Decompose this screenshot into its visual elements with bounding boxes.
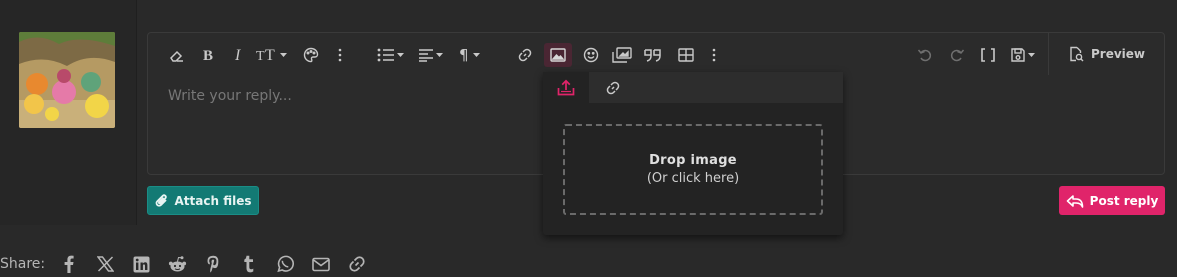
link-icon[interactable] [514, 43, 536, 67]
insert-image-popup: Drop image (Or click here) [543, 72, 843, 235]
image-popup-tabs [543, 72, 843, 103]
italic-icon[interactable]: I [230, 43, 248, 67]
media-icon[interactable] [610, 43, 634, 67]
drop-zone-title: Drop image [649, 153, 737, 168]
facebook-icon[interactable] [51, 252, 87, 276]
align-icon[interactable] [414, 43, 446, 67]
save-icon[interactable] [1006, 43, 1038, 67]
pinterest-icon[interactable] [195, 252, 231, 276]
reply-input-placeholder[interactable]: Write your reply... [168, 88, 292, 104]
eraser-icon[interactable] [166, 43, 188, 67]
attach-files-button[interactable]: Attach files [147, 186, 259, 215]
image-icon[interactable] [544, 43, 572, 67]
post-reply-button[interactable]: Post reply [1059, 186, 1165, 215]
attach-files-label: Attach files [174, 193, 252, 208]
tab-upload[interactable] [543, 72, 589, 103]
editor-toolbar: B I TT ¶ Preview [148, 33, 1164, 75]
table-icon[interactable] [674, 43, 698, 67]
palette-icon[interactable] [300, 43, 322, 67]
avatar[interactable] [19, 32, 115, 128]
paperclip-icon [155, 193, 167, 207]
preview-button[interactable]: Preview [1048, 33, 1164, 75]
linkedin-icon[interactable] [123, 252, 159, 276]
preview-icon [1070, 46, 1084, 62]
preview-label: Preview [1090, 47, 1145, 61]
email-icon[interactable] [303, 252, 339, 276]
x-icon[interactable] [87, 252, 123, 276]
more-vertical-icon[interactable] [708, 43, 720, 67]
quote-icon[interactable] [642, 43, 664, 67]
drop-zone-subtitle: (Or click here) [646, 171, 740, 186]
more-vertical-icon[interactable] [334, 43, 346, 67]
smiley-icon[interactable] [580, 43, 602, 67]
brackets-icon[interactable] [978, 43, 998, 67]
share-bar: Share: [0, 252, 375, 276]
paragraph-icon[interactable]: ¶ [454, 43, 484, 67]
tab-by-url[interactable] [589, 72, 843, 103]
list-icon[interactable] [374, 43, 406, 67]
svg-text:T: T [265, 47, 275, 63]
share-label: Share: [0, 256, 46, 272]
svg-text:T: T [256, 49, 265, 63]
link-icon[interactable] [339, 252, 375, 276]
link-icon [606, 81, 620, 94]
tumblr-icon[interactable] [231, 252, 267, 276]
bold-icon[interactable]: B [198, 43, 218, 67]
svg-text:I: I [234, 47, 241, 63]
reply-icon [1066, 194, 1083, 208]
redo-icon[interactable] [946, 43, 968, 67]
image-drop-zone[interactable]: Drop image (Or click here) [563, 124, 823, 215]
undo-icon[interactable] [914, 43, 936, 67]
reddit-icon[interactable] [159, 252, 195, 276]
whatsapp-icon[interactable] [267, 252, 303, 276]
svg-text:B: B [203, 48, 213, 63]
user-column [0, 0, 137, 225]
text-size-icon[interactable]: TT [254, 43, 288, 67]
upload-icon [557, 79, 575, 96]
svg-text:¶: ¶ [459, 47, 469, 63]
post-reply-label: Post reply [1089, 193, 1159, 208]
